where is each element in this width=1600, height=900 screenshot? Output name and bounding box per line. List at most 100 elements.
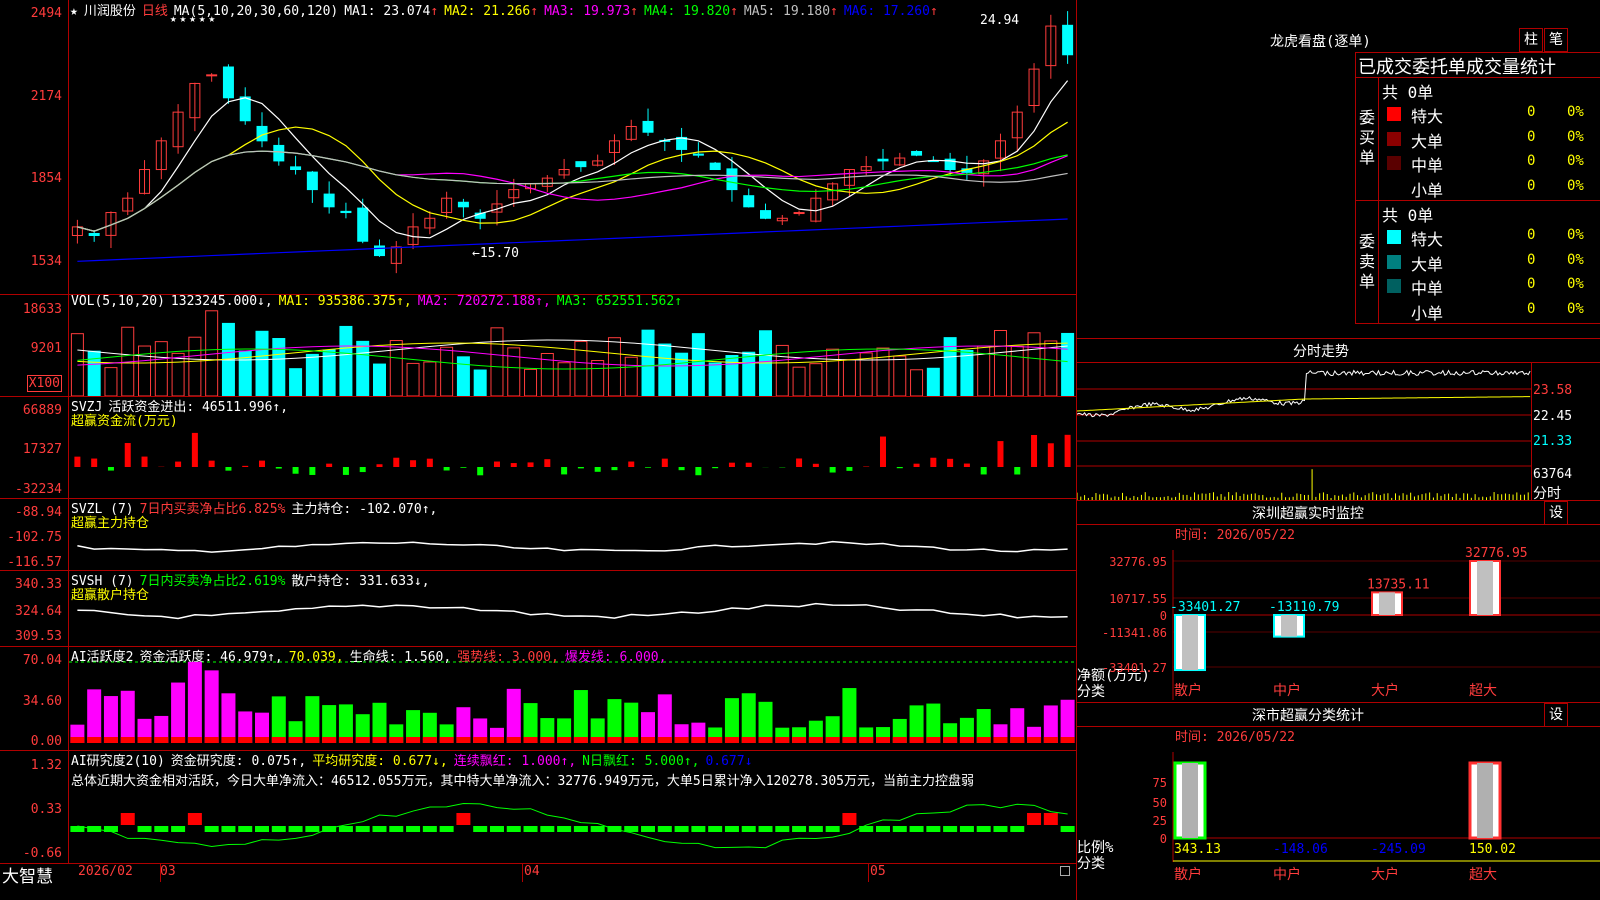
order-pct: 0% xyxy=(1567,128,1584,145)
color-swatch xyxy=(1387,279,1401,293)
ma-line xyxy=(77,150,1068,232)
research-bar xyxy=(204,826,219,832)
research-bar xyxy=(255,826,270,832)
candle-body xyxy=(911,150,923,156)
candle-body xyxy=(88,233,100,236)
research-bar xyxy=(288,826,303,832)
activity-base xyxy=(624,737,639,743)
svsh-tick: 324.64 xyxy=(15,604,62,619)
research-bar xyxy=(758,826,773,832)
activity-base xyxy=(590,737,605,743)
activity-bar xyxy=(120,690,135,743)
flow-bar xyxy=(326,463,333,467)
svzj-tick: 66889 xyxy=(22,403,62,418)
class-tick: 25 xyxy=(1153,814,1167,828)
order-label: 中单 xyxy=(1411,279,1444,298)
order-label: 大单 xyxy=(1411,131,1444,151)
flow-bar xyxy=(645,467,652,468)
candlestick-chart[interactable] xyxy=(69,0,1076,294)
vol-tick: 18633 xyxy=(22,302,62,317)
monitor-settings-button[interactable]: 设 xyxy=(1544,501,1568,525)
research-bar xyxy=(1027,813,1042,825)
research-bar xyxy=(976,826,991,832)
research-bar xyxy=(691,826,706,832)
activity-base xyxy=(372,737,387,743)
research-chart[interactable] xyxy=(69,751,1076,863)
flow-bar xyxy=(561,467,568,475)
flow-bar xyxy=(460,467,467,468)
buy-side-label: 委买单 xyxy=(1358,108,1375,167)
net-bar-shade xyxy=(1182,615,1198,671)
activity-base xyxy=(557,737,572,743)
volume-bar xyxy=(658,343,672,396)
main-holding-chart[interactable] xyxy=(69,499,1076,570)
research-bar xyxy=(338,826,353,832)
research-bar xyxy=(657,826,672,832)
date-tick: 04 xyxy=(524,864,540,879)
intraday-chart[interactable] xyxy=(1077,363,1532,500)
order-count: 0 xyxy=(1527,153,1536,169)
net-amount-chart[interactable]: 32776.9510717.550-11341.86-33401.27-3340… xyxy=(1077,540,1600,700)
volume-chart[interactable] xyxy=(69,295,1076,396)
activity-base xyxy=(959,737,974,743)
volume-bar xyxy=(624,356,638,396)
class-category-label: 中户 xyxy=(1273,866,1301,882)
class-settings-button[interactable]: 设 xyxy=(1544,703,1568,727)
candle-body xyxy=(222,66,234,99)
activity-base xyxy=(422,737,437,743)
lock-icon[interactable] xyxy=(1060,866,1070,876)
candle-body xyxy=(457,201,469,208)
flow-bar xyxy=(947,458,954,467)
flow-bar xyxy=(225,467,232,471)
activity-bar xyxy=(87,689,102,743)
net-category-label: 大户 xyxy=(1371,682,1399,698)
volume-bar xyxy=(507,347,521,396)
ma-line xyxy=(77,150,1068,232)
activity-base xyxy=(792,737,807,743)
order-count: 0 xyxy=(1527,128,1536,145)
candle-body xyxy=(793,212,805,215)
activity-chart[interactable] xyxy=(69,647,1076,750)
vol-tick: 9201 xyxy=(30,341,62,356)
volume-bar xyxy=(490,327,504,396)
bar-mode-button[interactable]: 柱 xyxy=(1519,28,1543,52)
flow-bar xyxy=(980,467,987,475)
fund-flow-chart[interactable] xyxy=(69,397,1076,498)
research-bar xyxy=(456,813,471,825)
research-bar xyxy=(892,826,907,832)
flow-bar xyxy=(728,462,735,467)
order-row-sell: 大单 0 0% xyxy=(1385,250,1600,274)
volume-bar xyxy=(725,355,739,396)
activity-base xyxy=(724,737,739,743)
class-value-label: -245.09 xyxy=(1371,842,1426,857)
svzl-tick: -88.94 xyxy=(15,505,62,520)
research-bar xyxy=(875,826,890,832)
volume-bar xyxy=(842,359,856,396)
tick-mode-button[interactable]: 笔 xyxy=(1544,28,1568,52)
color-swatch xyxy=(1387,254,1401,269)
color-swatch xyxy=(1387,230,1401,244)
svsh-tick: 309.53 xyxy=(15,629,62,644)
flow-bar xyxy=(930,457,937,467)
flow-bar xyxy=(678,467,685,471)
flow-bar xyxy=(376,464,383,467)
research-bar xyxy=(724,826,739,832)
retail-holding-chart[interactable] xyxy=(69,571,1076,646)
volume-bar xyxy=(339,325,353,396)
svsh-tick: 340.33 xyxy=(15,577,62,592)
flow-bar xyxy=(342,467,349,475)
class-tick: 75 xyxy=(1153,776,1167,790)
color-swatch xyxy=(1387,107,1401,121)
candle-body xyxy=(642,120,654,133)
volume-bar xyxy=(826,348,840,396)
class-tick: 0 xyxy=(1160,832,1167,846)
activity-base xyxy=(657,737,672,743)
net-bar-shade xyxy=(1281,615,1297,637)
lhb-title: 龙虎看盘(逐单) xyxy=(1270,34,1371,50)
ratio-chart[interactable]: 75 50 25 0 343.13 散户 -148.06 中户 -245.09 大户 150.02 超… xyxy=(1077,742,1600,900)
volume-bar xyxy=(456,356,470,396)
activity-base xyxy=(573,737,588,743)
activity-base xyxy=(489,737,504,743)
research-bar xyxy=(825,826,840,832)
ai1-tick: 34.60 xyxy=(22,694,62,709)
